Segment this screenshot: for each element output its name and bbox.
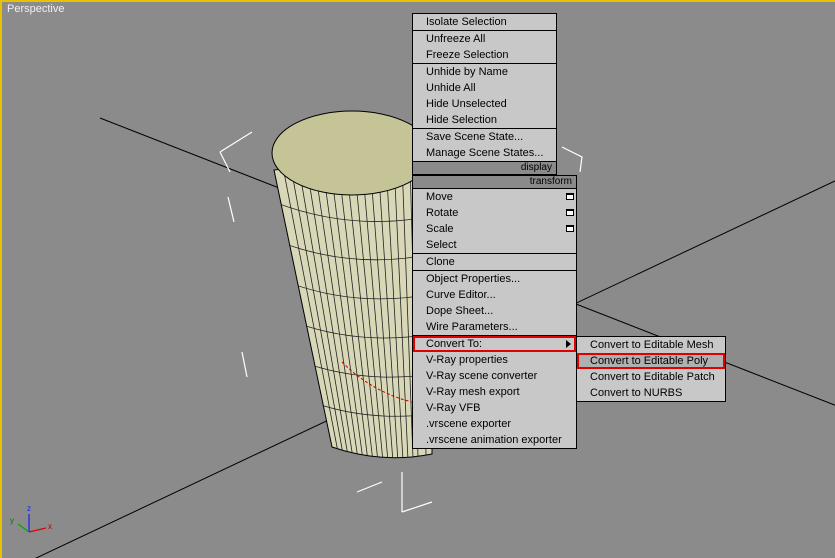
axis-x-label: x <box>48 522 52 531</box>
menu-item-freeze-selection[interactable]: Freeze Selection <box>413 47 556 63</box>
menu-item-scale[interactable]: Scale <box>413 221 576 237</box>
settings-box-icon[interactable] <box>566 193 574 200</box>
menu-item-vray-mesh-export[interactable]: V-Ray mesh export <box>413 384 576 400</box>
menu-item-select[interactable]: Select <box>413 237 576 253</box>
menu-item-vrscene-exporter[interactable]: .vrscene exporter <box>413 416 576 432</box>
menu-item-unhide-by-name[interactable]: Unhide by Name <box>413 64 556 80</box>
menu-item-move[interactable]: Move <box>413 189 576 205</box>
axis-y-label: y <box>10 516 14 525</box>
menu-item-move-label: Move <box>426 191 453 203</box>
menu-item-object-properties[interactable]: Object Properties... <box>413 271 576 287</box>
menu-item-unfreeze-all[interactable]: Unfreeze All <box>413 31 556 47</box>
menu-header-transform: transform <box>413 176 576 188</box>
menu-item-rotate[interactable]: Rotate <box>413 205 576 221</box>
menu-item-hide-unselected[interactable]: Hide Unselected <box>413 96 556 112</box>
menu-item-save-scene-state[interactable]: Save Scene State... <box>413 129 556 145</box>
menu-item-vrscene-animation-exporter[interactable]: .vrscene animation exporter <box>413 432 576 448</box>
settings-box-icon[interactable] <box>566 225 574 232</box>
menu-item-vray-properties[interactable]: V-Ray properties <box>413 352 576 368</box>
menu-item-convert-nurbs[interactable]: Convert to NURBS <box>577 385 725 401</box>
convert-to-submenu: Convert to Editable Mesh Convert to Edit… <box>576 336 726 402</box>
menu-item-curve-editor[interactable]: Curve Editor... <box>413 287 576 303</box>
menu-item-hide-selection[interactable]: Hide Selection <box>413 112 556 128</box>
menu-item-unhide-all[interactable]: Unhide All <box>413 80 556 96</box>
menu-item-dope-sheet[interactable]: Dope Sheet... <box>413 303 576 319</box>
menu-header-display: display <box>413 161 556 174</box>
menu-item-convert-to[interactable]: Convert To: <box>413 336 576 352</box>
menu-item-clone[interactable]: Clone <box>413 254 576 270</box>
menu-item-scale-label: Scale <box>426 223 454 235</box>
menu-item-rotate-label: Rotate <box>426 207 459 219</box>
menu-item-convert-editable-patch[interactable]: Convert to Editable Patch <box>577 369 725 385</box>
axis-z-label: z <box>27 504 31 513</box>
menu-item-vray-scene-converter[interactable]: V-Ray scene converter <box>413 368 576 384</box>
settings-box-icon[interactable] <box>566 209 574 216</box>
quad-menu-transform: transform Move Rotate Scale Select Clone… <box>412 175 577 449</box>
menu-item-convert-to-label: Convert To: <box>426 338 483 350</box>
menu-item-wire-parameters[interactable]: Wire Parameters... <box>413 319 576 335</box>
quad-menu-display: Isolate Selection Unfreeze All Freeze Se… <box>412 13 557 175</box>
submenu-arrow-icon <box>566 340 571 348</box>
menu-item-convert-editable-poly[interactable]: Convert to Editable Poly <box>577 353 725 369</box>
menu-item-convert-editable-mesh[interactable]: Convert to Editable Mesh <box>577 337 725 353</box>
menu-item-vray-vfb[interactable]: V-Ray VFB <box>413 400 576 416</box>
menu-item-isolate-selection[interactable]: Isolate Selection <box>413 14 556 30</box>
viewport-label[interactable]: Perspective <box>7 3 64 15</box>
menu-item-manage-scene-states[interactable]: Manage Scene States... <box>413 145 556 161</box>
